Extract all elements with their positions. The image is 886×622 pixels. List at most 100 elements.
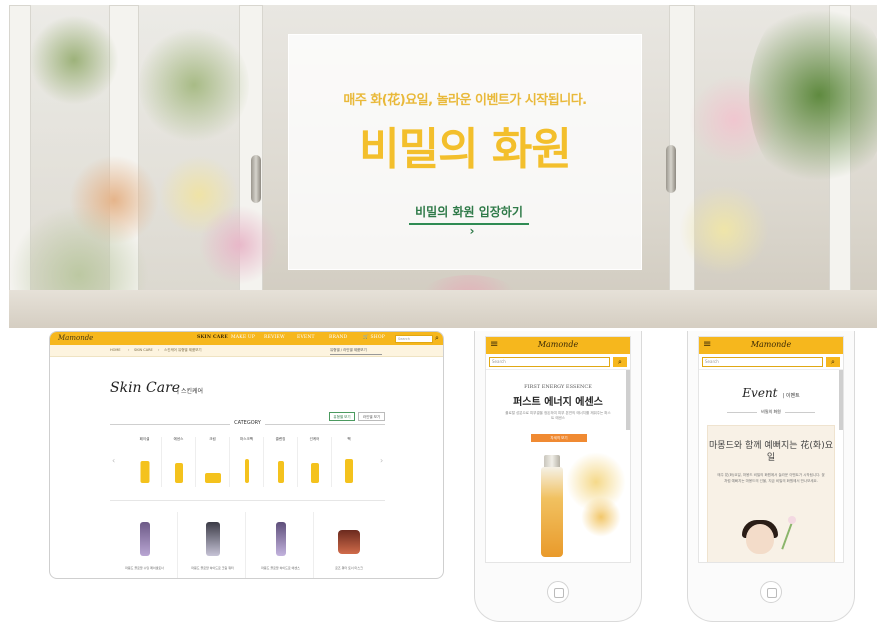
category-item[interactable]: 선케어 (298, 437, 332, 487)
category-label: 선케어 (309, 437, 320, 441)
product-image (205, 522, 220, 556)
category-item[interactable]: 클렌징 (264, 437, 298, 487)
event-subtitle: 비밀의 화원 (699, 409, 843, 415)
detail-button[interactable]: 자세히 보기 (531, 434, 587, 442)
category-heading: CATEGORY (50, 420, 443, 426)
product-card[interactable]: 마몽드 플로랄 하이드로 에센스 (248, 512, 314, 578)
category-label: 페이셜 (139, 437, 150, 441)
nav-shop[interactable]: 🛒 SHOP (363, 335, 385, 340)
event-card[interactable]: 마몽드와 함께 예뻐지는 花(화)요일 매주 花(화)요일, 마몽드 비밀의 화… (707, 425, 835, 562)
flower-decoration (199, 205, 279, 285)
breadcrumb-separator: › (128, 348, 130, 352)
product-image (275, 522, 286, 556)
mobile-search: Search ⌕ (486, 354, 630, 370)
category-item[interactable]: 마스크팩 (230, 437, 264, 487)
home-button[interactable] (547, 581, 569, 603)
category-item[interactable]: 팩 (332, 437, 366, 487)
bottle-icon (310, 463, 319, 483)
flower-decoration (788, 516, 796, 524)
event-title: Event | 이벤트 (699, 382, 843, 401)
mobile-header: ≡ Mamonde (699, 337, 843, 354)
event-card-text: 매주 花(화)요일, 마몽드 비밀의 화원에서 놀라운 이벤트가 시작됩니다. … (717, 473, 825, 483)
flower-stem (781, 522, 793, 550)
product-title-en: FIRST ENERGY ESSENCE (524, 384, 592, 390)
door-handle-right (666, 145, 676, 193)
category-item[interactable]: 페이셜 (128, 437, 162, 487)
foliage-decoration (749, 5, 877, 195)
category-item[interactable]: 크림 (196, 437, 230, 487)
view-select[interactable]: 유형별 / 라인별 제품보기 (330, 347, 382, 355)
category-label: 에센스 (173, 437, 184, 441)
event-card-title: 마몽드와 함께 예뻐지는 花(화)요일 (709, 441, 833, 463)
search-icon[interactable]: ⌕ (826, 357, 840, 367)
product-description: 플로랄 성분으로 피부결을 정돈하여 피부 본연의 에너지를 깨워주는 퍼스트 … (505, 411, 611, 420)
product-name: 로즈 워터 토너 마스크 (335, 566, 363, 570)
phone-screen: ≡ Mamonde Search ⌕ FIRST ENERGY ESSENCE … (485, 336, 631, 563)
enter-garden-label: 비밀의 화원 입장하기 (415, 205, 523, 219)
product-name: 마몽드 플로랄 하이드로 크림 워터 (191, 566, 234, 570)
jar-icon (204, 473, 221, 483)
cart-icon: 🛒 (363, 335, 369, 340)
product-card[interactable]: 마몽드 플로랄 하이드로 크림 워터 (180, 512, 246, 578)
enter-garden-link[interactable]: 비밀의 화원 입장하기 › (409, 201, 529, 238)
bottle-icon (174, 463, 183, 483)
bottle-icon (345, 459, 353, 483)
chevron-right-icon[interactable]: › (380, 456, 383, 465)
category-item[interactable]: 에센스 (162, 437, 196, 487)
hero-overlay-card: 매주 화(花)요일, 놀라운 이벤트가 시작됩니다. 비밀의 화원 비밀의 화원… (288, 34, 642, 270)
hero-subtitle: 매주 화(花)요일, 놀라운 이벤트가 시작됩니다. (343, 93, 587, 108)
bottle-icon (140, 461, 149, 483)
mobile-header: ≡ Mamonde (486, 337, 630, 354)
page-title-ko-text: 스킨케어 (180, 388, 204, 395)
nav-skincare[interactable]: SKIN CARE (197, 335, 228, 340)
flower-decoration (581, 497, 621, 537)
search-icon[interactable]: ⌕ (435, 334, 439, 343)
phone-screen: ≡ Mamonde Search ⌕ Event | 이벤트 비밀의 화원 마몽… (698, 336, 844, 563)
breadcrumb: HOME › SKIN CARE › 스킨케어 유형별 제품보기 유형별 / 라… (50, 345, 443, 357)
nav-brand[interactable]: BRAND (329, 335, 348, 340)
logo[interactable]: Mamonde (486, 340, 630, 349)
stick-icon (244, 459, 249, 483)
logo[interactable]: Mamonde (699, 340, 843, 349)
search-input[interactable]: Search (395, 335, 433, 343)
product-image (139, 522, 150, 556)
chevron-right-icon: › (469, 224, 475, 238)
floor (9, 290, 877, 328)
page: 매주 화(花)요일, 놀라운 이벤트가 시작됩니다. 비밀의 화원 비밀의 화원… (0, 0, 886, 622)
nav-shop-label: SHOP (370, 335, 385, 340)
nav-review[interactable]: REVIEW (264, 335, 285, 340)
breadcrumb-separator: › (158, 348, 160, 352)
mobile-search: Search ⌕ (699, 354, 843, 370)
breadcrumb-home[interactable]: HOME (110, 348, 121, 352)
nav-event[interactable]: EVENT (297, 335, 315, 340)
chevron-left-icon[interactable]: ‹ (112, 456, 115, 465)
model-face (746, 524, 774, 554)
category-label: 팩 (347, 437, 351, 441)
category-heading-text: CATEGORY (230, 420, 265, 426)
section-divider (110, 500, 385, 501)
product-name: 마몽드 플로랄 수딩 페이셜토너 (125, 566, 164, 570)
event-subtitle-text: 비밀의 화원 (761, 409, 781, 414)
event-title-en: Event (742, 386, 778, 400)
phone-preview-event: ≡ Mamonde Search ⌕ Event | 이벤트 비밀의 화원 마몽… (687, 331, 855, 622)
product-card[interactable]: 마몽드 플로랄 수딩 페이셜토너 (112, 512, 178, 578)
search-input[interactable]: Search (702, 357, 823, 367)
breadcrumb-skincare[interactable]: SKIN CARE (134, 348, 153, 352)
page-title-ko: | 스킨케어 (177, 388, 204, 395)
breadcrumb-current: 스킨케어 유형별 제품보기 (164, 348, 202, 352)
product-card[interactable]: 로즈 워터 토너 마스크 (316, 512, 382, 578)
logo[interactable]: Mamonde (58, 334, 93, 342)
category-label: 마스크팩 (240, 437, 253, 441)
search-icon[interactable]: ⌕ (613, 357, 627, 367)
foliage-decoration (29, 15, 119, 105)
product-bottle (541, 467, 563, 557)
flower-decoration (679, 185, 769, 275)
nav-makeup[interactable]: MAKE UP (231, 335, 255, 340)
category-label: 크림 (209, 437, 216, 441)
phone-preview-essence: ≡ Mamonde Search ⌕ FIRST ENERGY ESSENCE … (474, 331, 642, 622)
search-input[interactable]: Search (489, 357, 610, 367)
category-label: 클렌징 (275, 437, 286, 441)
hero-banner: 매주 화(花)요일, 놀라운 이벤트가 시작됩니다. 비밀의 화원 비밀의 화원… (9, 5, 877, 328)
product-image (338, 530, 360, 554)
home-button[interactable] (760, 581, 782, 603)
